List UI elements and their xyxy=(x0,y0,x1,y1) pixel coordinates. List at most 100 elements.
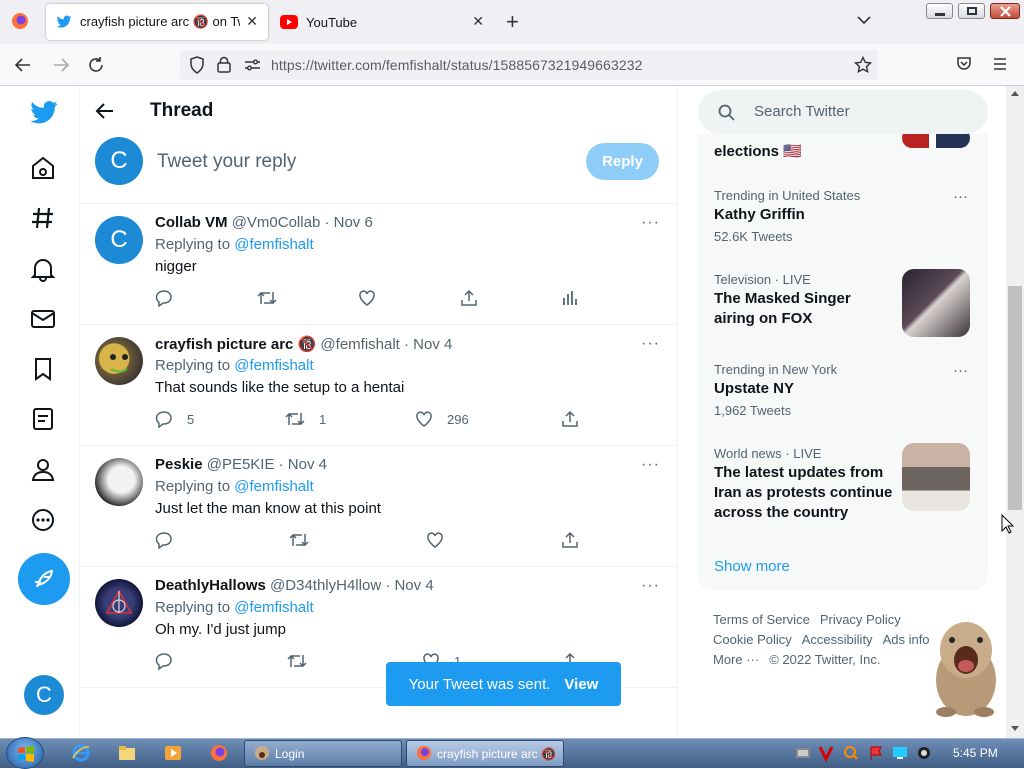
retweet-action[interactable]: 1 xyxy=(285,409,326,429)
menu-hamburger-icon[interactable] xyxy=(992,56,1008,72)
close-tab-icon[interactable]: ✕ xyxy=(246,13,258,30)
close-tab-icon[interactable]: ✕ xyxy=(472,13,484,30)
footer-link[interactable]: Cookie Policy xyxy=(713,632,792,647)
lists-icon[interactable] xyxy=(30,406,56,432)
tray-search-icon[interactable] xyxy=(843,744,859,762)
tweet-row[interactable]: Peskie @PE5KIE · Nov 4 Replying to @femf… xyxy=(80,446,678,567)
notifications-bell-icon[interactable] xyxy=(30,256,56,282)
tray-antivirus-icon[interactable] xyxy=(818,744,834,762)
tweet-handle-date[interactable]: @Vm0Collab · Nov 6 xyxy=(232,214,373,231)
trend-item[interactable]: Trending in New York Upstate NY 1,962 Tw… xyxy=(714,362,974,418)
tweet-handle-date[interactable]: @D34thlyH4llow · Nov 4 xyxy=(270,577,434,594)
retweet-action[interactable] xyxy=(257,288,291,308)
tray-monitor-icon[interactable] xyxy=(892,744,908,762)
reload-icon[interactable] xyxy=(87,56,105,74)
firefox-icon[interactable] xyxy=(11,12,29,30)
tray-network-icon[interactable] xyxy=(795,744,811,762)
taskbar-task-login[interactable]: Login xyxy=(244,740,402,767)
reply-action[interactable] xyxy=(155,530,187,550)
compose-tweet-button[interactable] xyxy=(18,553,70,605)
tweet-handle-date[interactable]: @PE5KIE · Nov 4 xyxy=(207,456,327,473)
close-window-button[interactable] xyxy=(990,3,1020,19)
more-options-icon[interactable]: ··· xyxy=(641,456,660,474)
more-options-icon[interactable]: ··· xyxy=(953,188,968,205)
more-options-icon[interactable]: ··· xyxy=(953,362,968,379)
scroll-down-arrow-icon[interactable] xyxy=(1011,726,1019,732)
tweet-row[interactable]: crayfish picture arc 🔞 @femfishalt · Nov… xyxy=(80,325,678,446)
messages-envelope-icon[interactable] xyxy=(30,306,56,332)
bookmarks-icon[interactable] xyxy=(30,356,56,382)
file-explorer-icon[interactable] xyxy=(118,744,136,762)
toast-view-link[interactable]: View xyxy=(564,676,598,693)
tweet-author-name[interactable]: Collab VM xyxy=(155,214,228,231)
more-options-icon[interactable]: ··· xyxy=(641,214,660,232)
footer-link[interactable]: Accessibility xyxy=(802,632,873,647)
more-options-icon[interactable]: ··· xyxy=(641,577,660,595)
share-action[interactable] xyxy=(460,288,478,308)
tray-flag-icon[interactable] xyxy=(868,744,884,762)
tweet-author-name[interactable]: DeathlyHallows xyxy=(155,577,266,594)
account-avatar[interactable]: C xyxy=(24,675,64,715)
like-action[interactable] xyxy=(358,288,390,308)
profile-person-icon[interactable] xyxy=(30,457,56,483)
mention-link[interactable]: @femfishalt xyxy=(234,478,313,495)
search-box[interactable]: Search Twitter xyxy=(698,90,988,134)
restore-button[interactable] xyxy=(958,3,985,19)
shield-icon[interactable] xyxy=(189,56,205,74)
show-more-link[interactable]: Show more xyxy=(714,558,790,575)
more-options-icon[interactable] xyxy=(30,507,56,533)
avatar[interactable]: C xyxy=(95,216,143,264)
like-action[interactable] xyxy=(426,530,458,550)
tray-volume-icon[interactable] xyxy=(916,744,932,762)
tab-youtube[interactable]: YouTube ✕ xyxy=(272,4,494,40)
tweet-author-name[interactable]: crayfish picture arc 🔞 xyxy=(155,336,316,353)
more-options-icon[interactable]: ··· xyxy=(641,335,660,353)
avatar[interactable] xyxy=(95,458,143,506)
tweet-handle-date[interactable]: @femfishalt · Nov 4 xyxy=(320,336,452,353)
forward-arrow-icon[interactable] xyxy=(52,56,70,74)
list-tabs-chevron-icon[interactable] xyxy=(857,16,871,25)
mention-link[interactable]: @femfishalt xyxy=(234,599,313,616)
search-input[interactable]: Search Twitter xyxy=(754,103,850,120)
firefox-taskbar-icon[interactable] xyxy=(210,744,228,762)
scroll-up-arrow-icon[interactable] xyxy=(1011,90,1019,96)
address-bar[interactable]: https://twitter.com/femfishalt/status/15… xyxy=(180,50,878,80)
reply-action[interactable] xyxy=(155,288,187,308)
tweet-row[interactable]: C Collab VM @Vm0Collab · Nov 6 Replying … xyxy=(80,204,678,325)
reply-action[interactable]: 5 xyxy=(155,409,194,429)
internet-explorer-icon[interactable] xyxy=(72,744,90,762)
media-player-icon[interactable] xyxy=(164,744,182,762)
explore-hashtag-icon[interactable] xyxy=(30,205,56,231)
footer-link[interactable]: More ··· xyxy=(713,652,759,667)
reply-action[interactable] xyxy=(155,651,187,671)
reply-button[interactable]: Reply xyxy=(586,143,659,180)
taskbar-task-firefox[interactable]: crayfish picture arc 🔞... xyxy=(406,740,564,767)
minimize-button[interactable] xyxy=(926,3,953,19)
twitter-logo-icon[interactable] xyxy=(29,98,59,128)
footer-link[interactable]: Terms of Service xyxy=(713,612,810,627)
start-button[interactable] xyxy=(6,737,44,769)
footer-link[interactable]: Privacy Policy xyxy=(820,612,901,627)
pocket-icon[interactable] xyxy=(956,56,972,72)
retweet-action[interactable] xyxy=(289,530,323,550)
back-arrow-icon[interactable] xyxy=(14,56,32,74)
trend-item[interactable]: Trending in United States Kathy Griffin … xyxy=(714,188,974,244)
avatar[interactable] xyxy=(95,337,143,385)
share-action[interactable] xyxy=(561,530,579,550)
trend-item[interactable]: elections 🇺🇸 xyxy=(714,140,974,162)
back-arrow-icon[interactable] xyxy=(95,102,115,120)
like-action[interactable]: 296 xyxy=(415,409,469,429)
analytics-action[interactable] xyxy=(561,288,579,308)
lock-icon[interactable] xyxy=(217,56,231,73)
mention-link[interactable]: @femfishalt xyxy=(234,357,313,374)
scrollbar-thumb[interactable] xyxy=(1008,286,1022,510)
retweet-action[interactable] xyxy=(287,651,321,671)
taskbar-clock[interactable]: 5:45 PM xyxy=(953,746,998,760)
home-icon[interactable] xyxy=(30,155,56,181)
reply-input[interactable]: Tweet your reply xyxy=(157,151,296,173)
page-scrollbar[interactable] xyxy=(1006,86,1024,738)
new-tab-button[interactable]: + xyxy=(506,9,519,35)
permissions-icon[interactable] xyxy=(244,58,261,72)
share-action[interactable] xyxy=(561,409,579,429)
tab-twitter[interactable]: crayfish picture arc 🔞 on Twitte ✕ xyxy=(46,4,268,40)
